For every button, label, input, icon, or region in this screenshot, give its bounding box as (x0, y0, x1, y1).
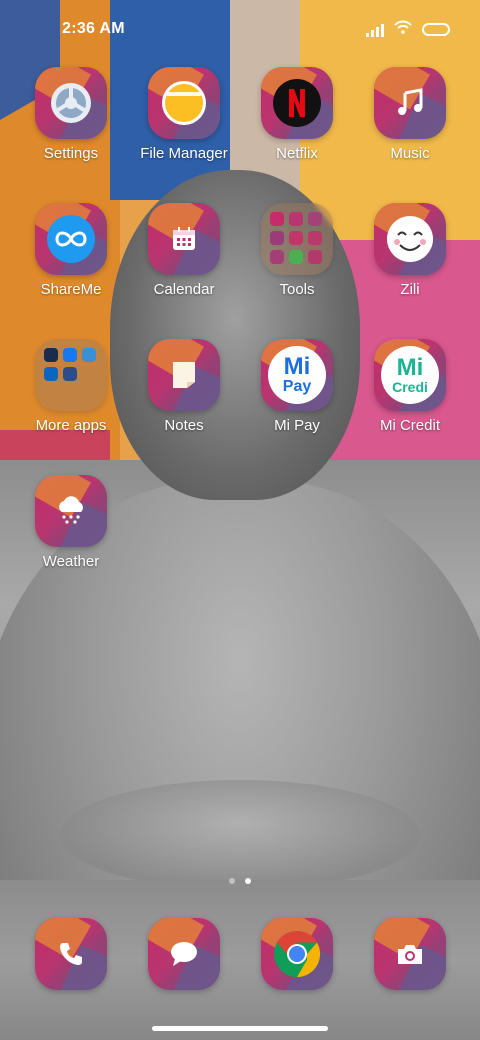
phone-icon (58, 941, 84, 967)
home-indicator[interactable] (152, 1026, 328, 1031)
app-notes[interactable]: Notes (124, 339, 244, 434)
app-label: Tools (279, 281, 315, 298)
infinity-icon (47, 215, 95, 263)
app-label: Zili (400, 281, 420, 298)
folder-grid-icon (35, 339, 107, 411)
cloud-snow-icon (54, 496, 88, 526)
netflix-n-icon (273, 79, 321, 127)
camera-icon (396, 942, 424, 966)
app-label: More apps (35, 417, 107, 434)
smiley-face-icon (386, 215, 434, 263)
app-label: Netflix (276, 145, 318, 162)
dock-phone[interactable] (11, 918, 131, 990)
app-label: Music (390, 145, 430, 162)
app-label: Settings (43, 145, 99, 162)
app-netflix[interactable]: Netflix (237, 67, 357, 162)
app-label: Calendar (153, 281, 215, 298)
status-bar: 2:36 AM (0, 0, 480, 56)
app-zili[interactable]: Zili (350, 203, 470, 298)
page-indicator (0, 878, 480, 884)
status-time: 2:36 AM (62, 20, 125, 37)
app-label: ShareMe (40, 281, 102, 298)
app-mi-pay[interactable]: Mi Pay Mi Pay (237, 339, 357, 434)
app-file-manager[interactable]: File Manager (124, 67, 244, 162)
dock-messages[interactable] (124, 918, 244, 990)
app-weather[interactable]: Weather (11, 475, 131, 570)
page-dot[interactable] (229, 878, 235, 884)
app-calendar[interactable]: Calendar (124, 203, 244, 298)
folder-tools[interactable]: Tools (237, 203, 357, 298)
app-music[interactable]: Music (350, 67, 470, 162)
app-label: Notes (164, 417, 204, 434)
folder-more-apps[interactable]: More apps (11, 339, 131, 434)
app-shareme[interactable]: ShareMe (11, 203, 131, 298)
folder-grid-icon (261, 203, 333, 275)
calendar-icon (171, 226, 197, 252)
dock-chrome[interactable] (237, 918, 357, 990)
app-settings[interactable]: Settings (11, 67, 131, 162)
signal-icon (366, 23, 384, 37)
wifi-icon (394, 20, 412, 39)
folder-icon (161, 80, 207, 126)
app-label: Mi Pay (274, 417, 320, 434)
message-bubble-icon (169, 940, 199, 968)
app-label: Weather (42, 553, 100, 570)
status-icons (366, 20, 450, 39)
page-dot-active[interactable] (245, 878, 251, 884)
battery-icon (422, 23, 450, 36)
note-page-icon (171, 360, 197, 390)
mi-pay-icon: Mi Pay (268, 346, 326, 404)
settings-gear-icon (48, 80, 94, 126)
dock-camera[interactable] (350, 918, 470, 990)
chrome-icon (273, 930, 321, 978)
music-note-icon (395, 88, 425, 118)
app-mi-credit[interactable]: Mi Credi Mi Credit (350, 339, 470, 434)
app-label: File Manager (140, 145, 228, 162)
app-label: Mi Credit (379, 417, 440, 434)
mi-credit-icon: Mi Credi (381, 346, 439, 404)
